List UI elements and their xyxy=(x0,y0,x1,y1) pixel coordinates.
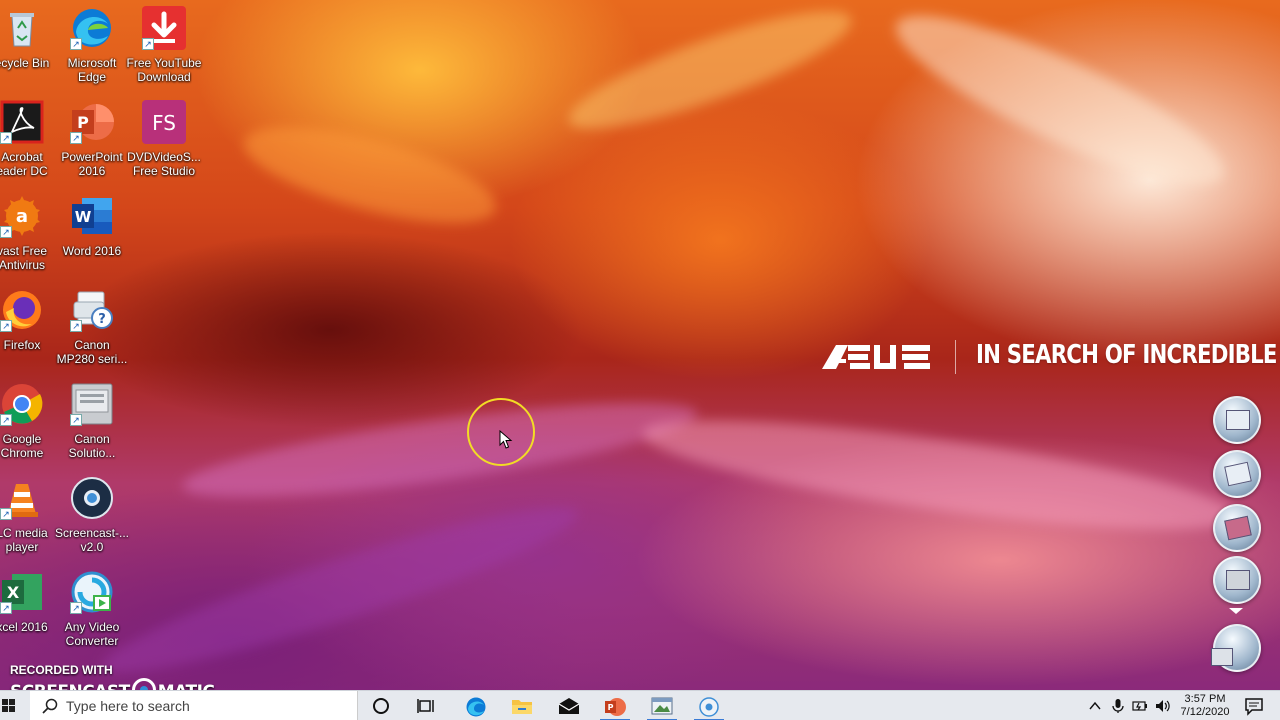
desktop-icon-dvdvideosoft[interactable]: FS DVDVideoS... Free Studio xyxy=(126,100,202,178)
svg-text:P: P xyxy=(608,703,614,712)
dock-app-icon xyxy=(1211,648,1233,666)
file-explorer-icon xyxy=(512,700,532,714)
cortana-icon xyxy=(373,698,389,714)
taskbar-clock[interactable]: 3:57 PM 7/12/2020 xyxy=(1172,693,1238,719)
dock-expand-arrow-icon[interactable] xyxy=(1229,608,1243,614)
desktop-icon-vlc[interactable]: ↗ LC media player xyxy=(0,476,60,554)
slogan-divider xyxy=(955,340,956,374)
avast-icon: a ↗ xyxy=(0,194,44,238)
windows-logo-icon xyxy=(2,699,15,712)
volume-icon[interactable] xyxy=(1155,698,1171,714)
dock-menu-icon xyxy=(1226,570,1250,590)
dock-button-1[interactable] xyxy=(1213,396,1261,444)
desktop-icon-acrobat-reader[interactable]: ↗ Acrobat eader DC xyxy=(0,100,60,178)
battery-charging-icon[interactable] xyxy=(1132,698,1148,714)
desktop-icon-canon-mp280[interactable]: ? ↗ Canon MP280 seri... xyxy=(54,288,130,366)
powerpoint-icon: P xyxy=(605,698,626,716)
mail-icon xyxy=(558,698,580,714)
svg-text:P: P xyxy=(77,113,89,132)
search-icon xyxy=(42,698,58,714)
taskbar-file-explorer[interactable] xyxy=(499,691,545,720)
desktop-icon-recycle-bin[interactable]: ecycle Bin xyxy=(0,6,60,70)
desktop-icon-any-video-converter[interactable]: ↗ Any Video Converter xyxy=(54,570,130,648)
task-view-icon xyxy=(417,699,434,713)
desktop-icon-free-youtube-download[interactable]: ↗ Free YouTube Download xyxy=(126,6,202,84)
download-arrow-icon: ↗ xyxy=(142,6,186,50)
chrome-icon: ↗ xyxy=(0,382,44,426)
taskbar-edge[interactable] xyxy=(453,691,499,720)
taskbar-mail[interactable] xyxy=(546,691,592,720)
desktop-icon-excel-2016[interactable]: X ↗ xcel 2016 xyxy=(0,570,60,634)
show-hidden-icons-chevron-up-icon[interactable] xyxy=(1087,698,1103,714)
dock-window-icon xyxy=(1226,410,1250,430)
solution-menu-icon: ↗ xyxy=(70,382,114,426)
photo-viewer-icon xyxy=(651,697,673,715)
taskbar-photo-viewer[interactable] xyxy=(639,691,685,720)
excel-icon: X ↗ xyxy=(0,570,44,614)
dock-button-5[interactable] xyxy=(1211,624,1261,672)
desktop-icon-avast[interactable]: a ↗ vast Free Antivirus xyxy=(0,194,60,272)
screencast-icon xyxy=(70,476,114,520)
dock-button-2[interactable] xyxy=(1213,450,1261,498)
start-button[interactable] xyxy=(0,691,30,720)
acrobat-icon: ↗ xyxy=(0,100,44,144)
desktop-icon-firefox[interactable]: ↗ Firefox xyxy=(0,288,60,352)
dock-button-4[interactable] xyxy=(1213,556,1261,604)
printer-help-icon: ? ↗ xyxy=(70,288,114,332)
taskbar-screencast[interactable] xyxy=(686,691,732,720)
firefox-icon: ↗ xyxy=(0,288,44,332)
search-input[interactable] xyxy=(66,696,346,716)
screencast-icon xyxy=(699,697,719,717)
powerpoint-icon: P ↗ xyxy=(70,100,114,144)
edge-icon xyxy=(466,697,486,717)
dock-picture-icon xyxy=(1224,461,1252,487)
microphone-icon[interactable] xyxy=(1110,698,1126,714)
word-icon: W xyxy=(70,194,114,238)
desktop-icon-canon-solution[interactable]: ↗ Canon Solutio... xyxy=(54,382,130,460)
taskbar-powerpoint[interactable]: P xyxy=(592,691,638,720)
fs-icon: FS xyxy=(142,100,186,144)
desktop-icon-microsoft-edge[interactable]: ↗ Microsoft Edge xyxy=(54,6,130,84)
mouse-cursor-icon xyxy=(499,430,513,449)
svg-text:a: a xyxy=(16,206,28,227)
svg-text:X: X xyxy=(7,583,20,602)
dock-photo-icon xyxy=(1224,515,1252,541)
clock-date: 7/12/2020 xyxy=(1180,706,1230,718)
clock-time: 3:57 PM xyxy=(1184,693,1226,705)
asus-logo xyxy=(822,345,930,369)
desktop-icon-word-2016[interactable]: W Word 2016 xyxy=(54,194,130,258)
edge-icon: ↗ xyxy=(70,6,114,50)
taskbar-cortana[interactable] xyxy=(359,691,405,720)
vlc-cone-icon: ↗ xyxy=(0,476,44,520)
svg-text:FS: FS xyxy=(152,111,176,135)
svg-text:W: W xyxy=(75,208,92,226)
desktop-icon-google-chrome[interactable]: ↗ Google Chrome xyxy=(0,382,60,460)
watermark-recorded-with: RECORDED WITH xyxy=(10,663,113,677)
recycle-bin-icon xyxy=(0,6,44,50)
dock-button-3[interactable] xyxy=(1213,504,1261,552)
desktop-icon-screencast-o-matic[interactable]: Screencast-... v2.0 xyxy=(54,476,130,554)
asus-slogan: IN SEARCH OF INCREDIBLE xyxy=(976,340,1277,370)
taskbar-search-box[interactable] xyxy=(30,691,358,720)
taskbar-task-view[interactable] xyxy=(405,691,451,720)
action-center-notification-icon[interactable] xyxy=(1244,696,1264,716)
svg-text:?: ? xyxy=(98,312,106,327)
video-converter-icon: ↗ xyxy=(70,570,114,614)
desktop-icon-powerpoint-2016[interactable]: P ↗ PowerPoint 2016 xyxy=(54,100,130,178)
taskbar: P 3:57 PM 7/12/2020 xyxy=(0,690,1280,720)
